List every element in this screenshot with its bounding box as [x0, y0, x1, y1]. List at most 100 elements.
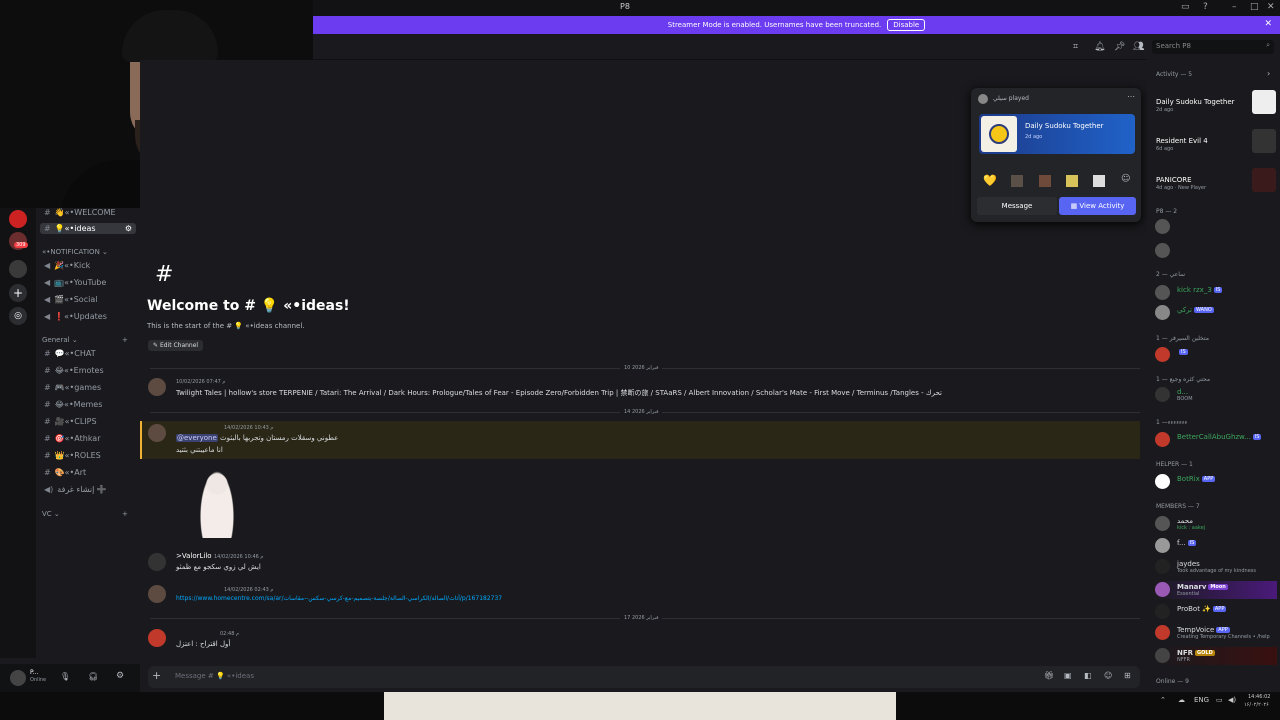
message-text: @everyone عطوني وسقلات رمستان وتجربها با… — [176, 434, 339, 442]
channel-welcome[interactable]: # 👋«•WELCOME — [44, 208, 116, 217]
close-banner-icon[interactable]: ✕ — [1264, 19, 1272, 29]
channel-games[interactable]: # 🎮«•games — [44, 383, 101, 392]
channel-chat[interactable]: # 💬«•CHAT — [44, 349, 96, 358]
channel-clips[interactable]: # 🎥«•CLIPS — [44, 417, 97, 426]
add-attachment-icon[interactable]: + — [152, 669, 161, 682]
members-icon[interactable]: 👥︎ — [1133, 42, 1144, 52]
member-row[interactable]: محمد kick : aakej — [1153, 515, 1277, 533]
bell-icon[interactable]: 🔔︎ — [1094, 42, 1105, 52]
help-icon[interactable]: ? — [1203, 2, 1208, 12]
member-row[interactable]: TempVoice APP Creating Temporary Channels … — [1153, 624, 1277, 642]
message-composer[interactable]: + Message # 💡 «•ideas 🎁︎ ▣ ◧ ☺ ⊞ — [148, 666, 1140, 688]
member-row[interactable]: BetterCallAbuGhzw... IS — [1153, 431, 1277, 449]
search-input[interactable]: Search P8 ⌕ — [1152, 40, 1274, 54]
channel-memes[interactable]: # 😂«•Memes — [44, 400, 102, 409]
activity-item[interactable]: PANICORE 4d ago · New Player — [1156, 166, 1276, 196]
server-icon[interactable] — [9, 260, 27, 278]
reaction-sticker-icon[interactable] — [1066, 175, 1078, 187]
section-header: محتي كثره وجيع — 1 — [1156, 376, 1211, 383]
sticker-icon[interactable]: ◧ — [1084, 671, 1092, 680]
avatar[interactable] — [148, 585, 166, 603]
category-vc[interactable]: VC ⌄ + — [42, 510, 128, 518]
channel-create-room[interactable]: ◀) إنشاء غرفة ➕ — [44, 485, 107, 494]
channel-youtube[interactable]: ◀ 📺«•YouTube — [44, 278, 106, 287]
channel-kick[interactable]: ◀ 🎉«•Kick — [44, 261, 90, 270]
minimize-icon[interactable]: – — [1232, 2, 1237, 12]
pin-icon[interactable]: 📌︎ — [1114, 42, 1125, 52]
clock-date[interactable]: ۱۶/۰۲/۲۰۲۶ — [1244, 702, 1269, 708]
language-indicator[interactable]: ENG — [1194, 696, 1209, 704]
threads-icon[interactable]: ⌗ — [1073, 42, 1078, 52]
category-general[interactable]: General ⌄ + — [42, 336, 128, 344]
headphones-icon[interactable]: 🎧︎ — [88, 672, 98, 681]
reaction-sticker-icon[interactable] — [1011, 175, 1023, 187]
avatar[interactable] — [148, 553, 166, 571]
avatar[interactable] — [148, 629, 166, 647]
member-row[interactable]: jaydes Took advantage of my kindness — [1153, 558, 1277, 576]
add-reaction-icon[interactable]: ☺ — [1121, 174, 1130, 184]
reaction-sticker-icon[interactable] — [1039, 175, 1051, 187]
activity-item[interactable]: Daily Sudoku Together 2d ago — [1156, 88, 1276, 118]
settings-icon[interactable]: ⚙ — [125, 224, 132, 233]
view-activity-button[interactable]: ▦ View Activity — [1059, 197, 1136, 215]
channel-updates[interactable]: ◀ ❗«•Updates — [44, 312, 107, 321]
channel-athkar[interactable]: # 🎯«•Athkar — [44, 434, 101, 443]
clock-time[interactable]: 14:46:02 — [1248, 694, 1270, 700]
server-icon[interactable] — [9, 210, 27, 228]
member-row[interactable]: Manarv Moon Essential — [1153, 581, 1277, 599]
taskbar-apps[interactable] — [384, 692, 896, 720]
channel-ideas[interactable]: # 💡«•ideas ⚙ — [40, 223, 136, 234]
heart-reaction-icon[interactable]: 💛 — [983, 174, 997, 187]
username[interactable]: >ValorLilo — [176, 552, 212, 560]
member-row[interactable]: d... BOOM — [1153, 386, 1277, 404]
activity-item[interactable]: Resident Evil 4 6d ago — [1156, 127, 1276, 157]
avatar[interactable] — [10, 670, 26, 686]
tray-chevron-icon[interactable]: ⌃ — [1160, 696, 1166, 704]
member-row[interactable]: تركي WANO — [1153, 304, 1277, 322]
apps-icon[interactable]: ⊞ — [1124, 671, 1131, 680]
gif-icon[interactable]: ▣ — [1064, 671, 1072, 680]
avatar[interactable] — [148, 378, 166, 396]
member-row[interactable] — [1153, 218, 1277, 236]
user-settings-icon[interactable]: ⚙ — [116, 671, 124, 681]
volume-icon[interactable]: ◀) — [1228, 696, 1236, 704]
gift-icon[interactable]: 🎁︎ — [1044, 671, 1054, 680]
avatar[interactable] — [148, 424, 166, 442]
category-notification[interactable]: «•NOTIFICATION ⌄ — [42, 248, 108, 256]
microphone-icon[interactable]: 🎙︎ — [60, 672, 70, 681]
hashtag-icon: # — [44, 417, 51, 426]
emoji-icon[interactable]: ☺ — [1104, 671, 1112, 680]
mention-everyone[interactable]: @everyone — [176, 434, 218, 442]
message-link[interactable]: https://www.homecentre.com/sa/ar/أثاث/ال… — [176, 595, 502, 602]
member-row[interactable]: IS — [1153, 346, 1277, 364]
member-row[interactable]: ProBot ✨ APP — [1153, 603, 1277, 621]
maximize-icon[interactable]: □ — [1250, 2, 1259, 12]
message-timestamp: 10/02/2026 07:47 م — [176, 379, 226, 385]
add-channel-icon[interactable]: + — [122, 510, 128, 518]
channel-emotes[interactable]: # 😂«•Emotes — [44, 366, 104, 375]
more-options-icon[interactable]: ⋯ — [1127, 92, 1135, 101]
close-window-icon[interactable]: ✕ — [1267, 2, 1275, 12]
section-header: ساعي — 2 — [1156, 271, 1186, 278]
message-button[interactable]: Message — [977, 197, 1057, 215]
member-row[interactable]: BotRix APP — [1153, 473, 1277, 491]
channel-art[interactable]: # 🎨«•Art — [44, 468, 86, 477]
dancing-cat-sticker[interactable] — [198, 466, 236, 538]
discover-icon[interactable]: ◎ — [9, 307, 27, 325]
cloud-icon[interactable]: ☁ — [1178, 696, 1185, 704]
channel-social[interactable]: ◀ 🎬«•Social — [44, 295, 97, 304]
member-row[interactable] — [1153, 242, 1277, 260]
network-icon[interactable]: ▭ — [1216, 696, 1223, 704]
game-card[interactable]: Daily Sudoku Together 2d ago — [979, 114, 1135, 154]
add-server-icon[interactable]: + — [9, 284, 27, 302]
edit-channel-button[interactable]: ✎ Edit Channel — [148, 340, 204, 351]
chevron-right-icon[interactable]: › — [1267, 69, 1270, 78]
member-row[interactable]: NFR GOLD NFFR — [1153, 647, 1277, 665]
channel-roles[interactable]: # 👑«•ROLES — [44, 451, 101, 460]
reaction-sticker-icon[interactable] — [1093, 175, 1105, 187]
member-row[interactable]: kick rzx_3 IS — [1153, 284, 1277, 302]
member-row[interactable]: f... IS — [1153, 537, 1277, 555]
inbox-icon[interactable]: ▭ — [1181, 2, 1190, 12]
add-channel-icon[interactable]: + — [122, 336, 128, 344]
disable-button[interactable]: Disable — [887, 19, 926, 31]
